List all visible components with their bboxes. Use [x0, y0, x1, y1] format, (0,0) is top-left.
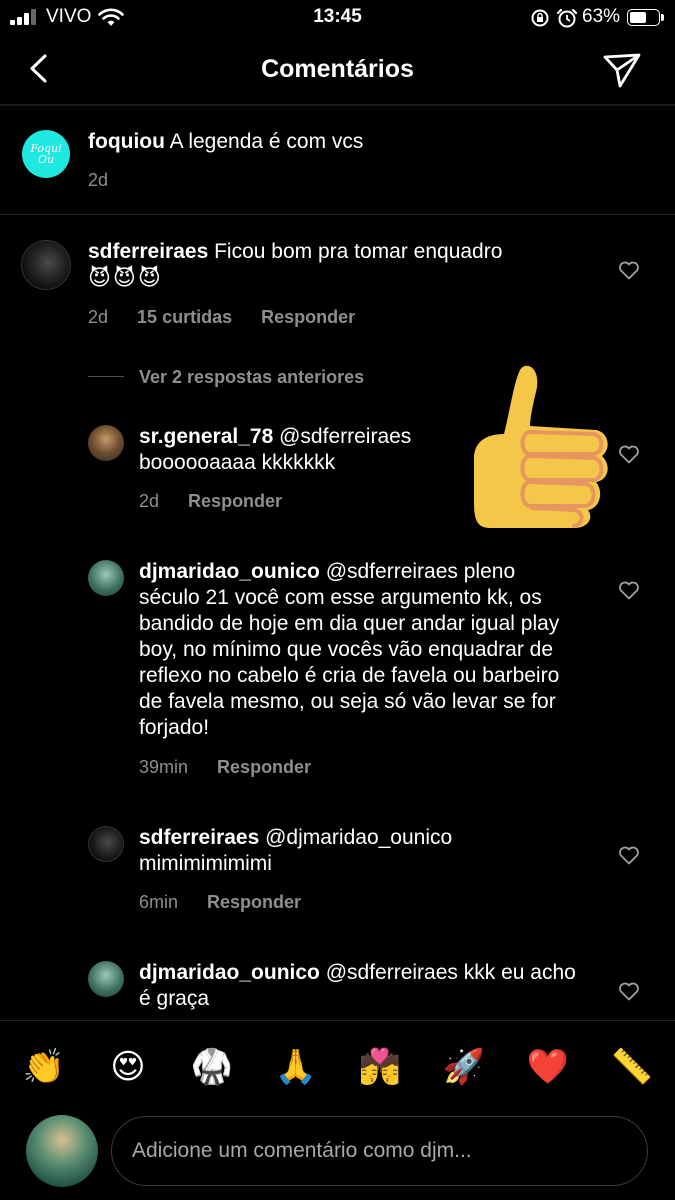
- comment-likes[interactable]: 15 curtidas: [137, 307, 232, 327]
- reply-username[interactable]: djmaridao_ounico: [139, 560, 320, 583]
- reply-time: 39min: [139, 757, 189, 777]
- reply-avatar[interactable]: [88, 826, 124, 862]
- battery-level: [630, 12, 646, 23]
- emoji-button[interactable]: 🚀: [442, 1047, 486, 1087]
- header: Comentários: [0, 36, 675, 104]
- reply-mention[interactable]: @djmaridao_ounico: [265, 826, 452, 849]
- comment-text: Ficou bom pra tomar enquadro: [214, 240, 503, 263]
- battery-icon: [627, 9, 660, 26]
- rotation-lock-icon: [531, 9, 549, 27]
- alarm-icon: [556, 8, 578, 28]
- reply-meta: 39min Responder: [139, 757, 311, 778]
- emoji-button[interactable]: 😍: [106, 1047, 150, 1087]
- heart-icon[interactable]: [617, 442, 641, 466]
- status-bar: VIVO 13:45 63%: [0, 0, 675, 36]
- view-previous-replies[interactable]: Ver 2 respostas anteriores: [139, 367, 364, 388]
- caption-username[interactable]: foquiou: [88, 130, 165, 153]
- reply-text: boooooaaaa kkkkkkk: [139, 451, 336, 474]
- reply-text-block: djmaridao_ounico @sdferreiraes kkk eu ac…: [139, 960, 579, 1012]
- reply-username[interactable]: sr.general_78: [139, 425, 273, 448]
- reply-text: mimimimimimi: [139, 852, 272, 875]
- comment-input[interactable]: [111, 1116, 648, 1186]
- reply-text-block: sdferreiraes @djmaridao_ounico mimimimim…: [139, 825, 599, 877]
- caption-avatar-logo: Foqui Ou: [30, 142, 62, 166]
- reply-text: pleno século 21 você com esse argumento …: [139, 560, 560, 739]
- send-icon[interactable]: [600, 48, 644, 92]
- caption-text: A legenda é com vcs: [169, 130, 364, 153]
- heart-icon[interactable]: [617, 578, 641, 602]
- comment-time: 2d: [88, 307, 109, 327]
- emoji-button[interactable]: ❤️: [526, 1047, 570, 1087]
- battery-tip: [661, 14, 664, 21]
- emoji-button[interactable]: 💏: [358, 1047, 402, 1087]
- reply-reply-button[interactable]: Responder: [188, 491, 282, 511]
- emoji-button[interactable]: 🙏: [274, 1047, 318, 1087]
- heart-icon[interactable]: [617, 258, 641, 282]
- comment-meta: 2d 15 curtidas Responder: [88, 307, 355, 328]
- reply-reply-button[interactable]: Responder: [217, 757, 311, 777]
- reply-avatar[interactable]: [88, 961, 124, 997]
- caption-time: 2d: [88, 170, 109, 190]
- caption-avatar[interactable]: Foqui Ou: [22, 130, 70, 178]
- caption-divider: [0, 214, 675, 215]
- comment-avatar[interactable]: [21, 240, 71, 290]
- reply-mention[interactable]: @sdferreiraes: [279, 425, 411, 448]
- reply-reply-button[interactable]: Responder: [207, 892, 301, 912]
- comment-username[interactable]: sdferreiraes: [88, 240, 208, 263]
- emoji-bar: 👏 😍 🥋 🙏 💏 🚀 ❤️ 📏: [0, 1020, 675, 1113]
- emoji-button[interactable]: 🥋: [190, 1047, 234, 1087]
- reply-mention[interactable]: @sdferreiraes: [326, 560, 458, 583]
- comment-emojis: 😈😈😈: [88, 265, 163, 290]
- user-avatar: [26, 1115, 98, 1187]
- reply-avatar[interactable]: [88, 560, 124, 596]
- battery-percentage: 63%: [582, 6, 621, 27]
- replies-line: [88, 376, 124, 377]
- comment-reply-button[interactable]: Responder: [261, 307, 355, 327]
- reply-time: 6min: [139, 892, 179, 912]
- reply-time: 2d: [139, 491, 160, 511]
- reply-mention[interactable]: @sdferreiraes: [326, 961, 458, 984]
- reply-username[interactable]: djmaridao_ounico: [139, 961, 320, 984]
- reply-text-block: djmaridao_ounico @sdferreiraes pleno séc…: [139, 559, 579, 741]
- page-title: Comentários: [261, 55, 414, 83]
- reply-avatar[interactable]: [88, 425, 124, 461]
- emoji-button[interactable]: 👏: [22, 1047, 66, 1087]
- header-divider: [0, 104, 675, 106]
- reply-meta: 6min Responder: [139, 892, 301, 913]
- heart-icon[interactable]: [617, 979, 641, 1003]
- heart-icon[interactable]: [617, 843, 641, 867]
- comment-text-block: sdferreiraes Ficou bom pra tomar enquadr…: [88, 239, 588, 292]
- thumbs-up-icon: [474, 365, 608, 528]
- reply-meta: 2d Responder: [139, 491, 282, 512]
- reply-username[interactable]: sdferreiraes: [139, 826, 259, 849]
- caption-text-block: foquiou A legenda é com vcs: [88, 129, 648, 155]
- emoji-button[interactable]: 📏: [610, 1047, 654, 1087]
